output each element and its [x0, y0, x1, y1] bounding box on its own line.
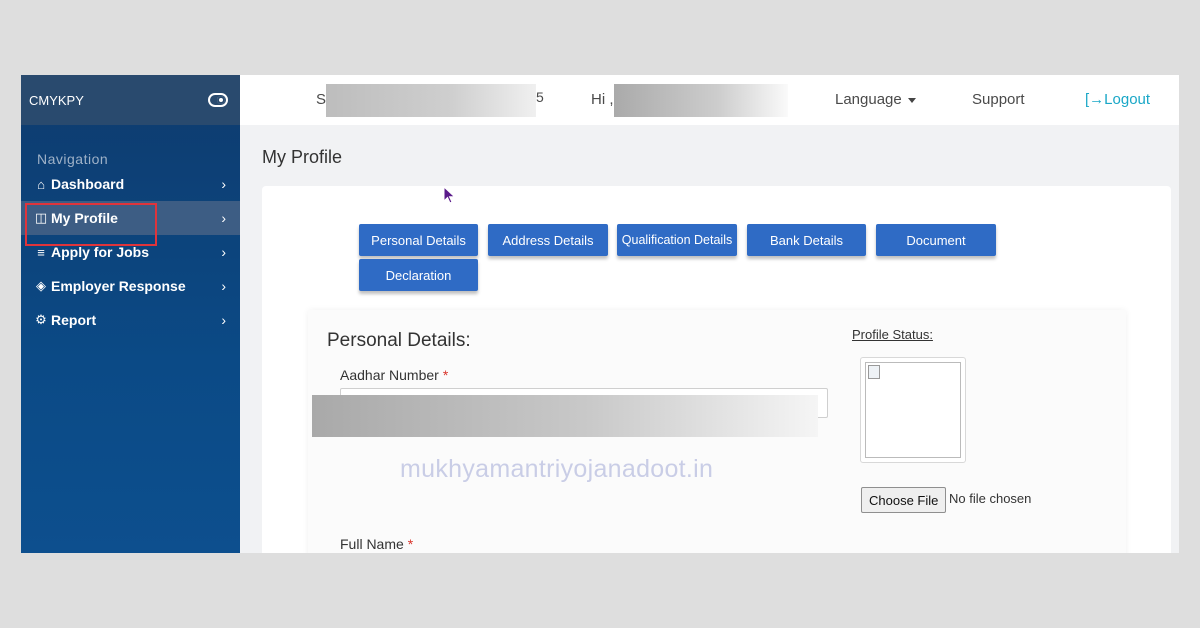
redacted-user-id [326, 84, 536, 117]
chevron-right-icon: › [221, 312, 226, 328]
sidebar-item-label: Report [51, 312, 97, 328]
layers-icon: ◈ [36, 278, 46, 293]
sidebar-item-employer-response[interactable]: ◈ Employer Response › [21, 269, 240, 303]
section-title: Personal Details: [327, 330, 471, 351]
top-bar: Su 5 Hi , Language Support [→Logout [240, 75, 1179, 125]
mouse-cursor-icon [443, 186, 456, 204]
broken-image-icon [868, 365, 880, 379]
required-mark: * [407, 536, 414, 552]
brand-name: CMYKPY [29, 92, 84, 108]
tab-address-details[interactable]: Address Details [488, 224, 608, 256]
language-label: Language [835, 91, 902, 108]
tab-qualification-details[interactable]: Qualification Details [617, 224, 737, 256]
aadhar-label: Aadhar Number * [340, 367, 448, 383]
profile-icon: ◫ [34, 210, 48, 225]
chevron-right-icon: › [221, 176, 226, 192]
sidebar-item-apply-for-jobs[interactable]: ≡ Apply for Jobs › [21, 235, 240, 269]
language-dropdown[interactable]: Language [835, 91, 916, 108]
caret-down-icon [907, 97, 916, 103]
sidebar-item-report[interactable]: ⚙ Report › [21, 303, 240, 337]
tab-personal-details[interactable]: Personal Details [359, 224, 478, 256]
sidebar-item-label: Dashboard [51, 176, 125, 192]
greeting-text: Hi , [591, 91, 614, 108]
sidebar-item-my-profile[interactable]: ◫ My Profile › [21, 201, 240, 235]
sidebar-item-label: Employer Response [51, 278, 186, 294]
support-link[interactable]: Support [972, 91, 1025, 108]
sidebar-item-dashboard[interactable]: ⌂ Dashboard › [21, 167, 240, 201]
file-status-text: No file chosen [949, 491, 1032, 506]
required-mark: * [442, 367, 449, 383]
page-title: My Profile [262, 147, 343, 167]
sidebar-toggle-icon[interactable] [208, 93, 228, 107]
logout-icon: [→ [1085, 91, 1105, 108]
redacted-aadhar [312, 395, 818, 437]
sidebar-header: CMYKPY [21, 75, 240, 125]
user-id-suffix: 5 [536, 89, 544, 105]
navigation-heading: Navigation [37, 151, 109, 167]
tab-bank-details[interactable]: Bank Details [747, 224, 866, 256]
profile-photo [865, 362, 961, 458]
tab-declaration[interactable]: Declaration [359, 259, 478, 291]
full-name-label-text: Full Name [340, 536, 404, 552]
chevron-right-icon: › [221, 210, 226, 226]
logout-label: Logout [1104, 91, 1151, 108]
home-icon: ⌂ [37, 176, 45, 192]
sidebar: CMYKPY Navigation ⌂ Dashboard › ◫ My Pro… [21, 75, 240, 553]
personal-details-panel: Personal Details: Aadhar Number * Profile… [308, 310, 1126, 553]
chevron-right-icon: › [221, 244, 226, 260]
logout-link[interactable]: [→Logout [1085, 91, 1150, 108]
chevron-right-icon: › [221, 278, 226, 294]
watermark-text: mukhyamantriyojanadoot.in [400, 455, 714, 483]
profile-photo-frame [860, 357, 966, 463]
redacted-user-name [614, 84, 788, 117]
sidebar-item-label: My Profile [51, 210, 118, 226]
aadhar-label-text: Aadhar Number [340, 367, 439, 383]
full-name-label: Full Name * [340, 536, 413, 552]
profile-status-label: Profile Status: [852, 327, 933, 342]
tab-document[interactable]: Document [876, 224, 996, 256]
profile-card: Personal Details Address Details Qualifi… [262, 186, 1171, 553]
report-icon: ⚙ [35, 312, 47, 327]
sidebar-item-label: Apply for Jobs [51, 244, 150, 260]
menu-icon: ≡ [37, 244, 45, 260]
choose-file-button[interactable]: Choose File [861, 487, 947, 513]
